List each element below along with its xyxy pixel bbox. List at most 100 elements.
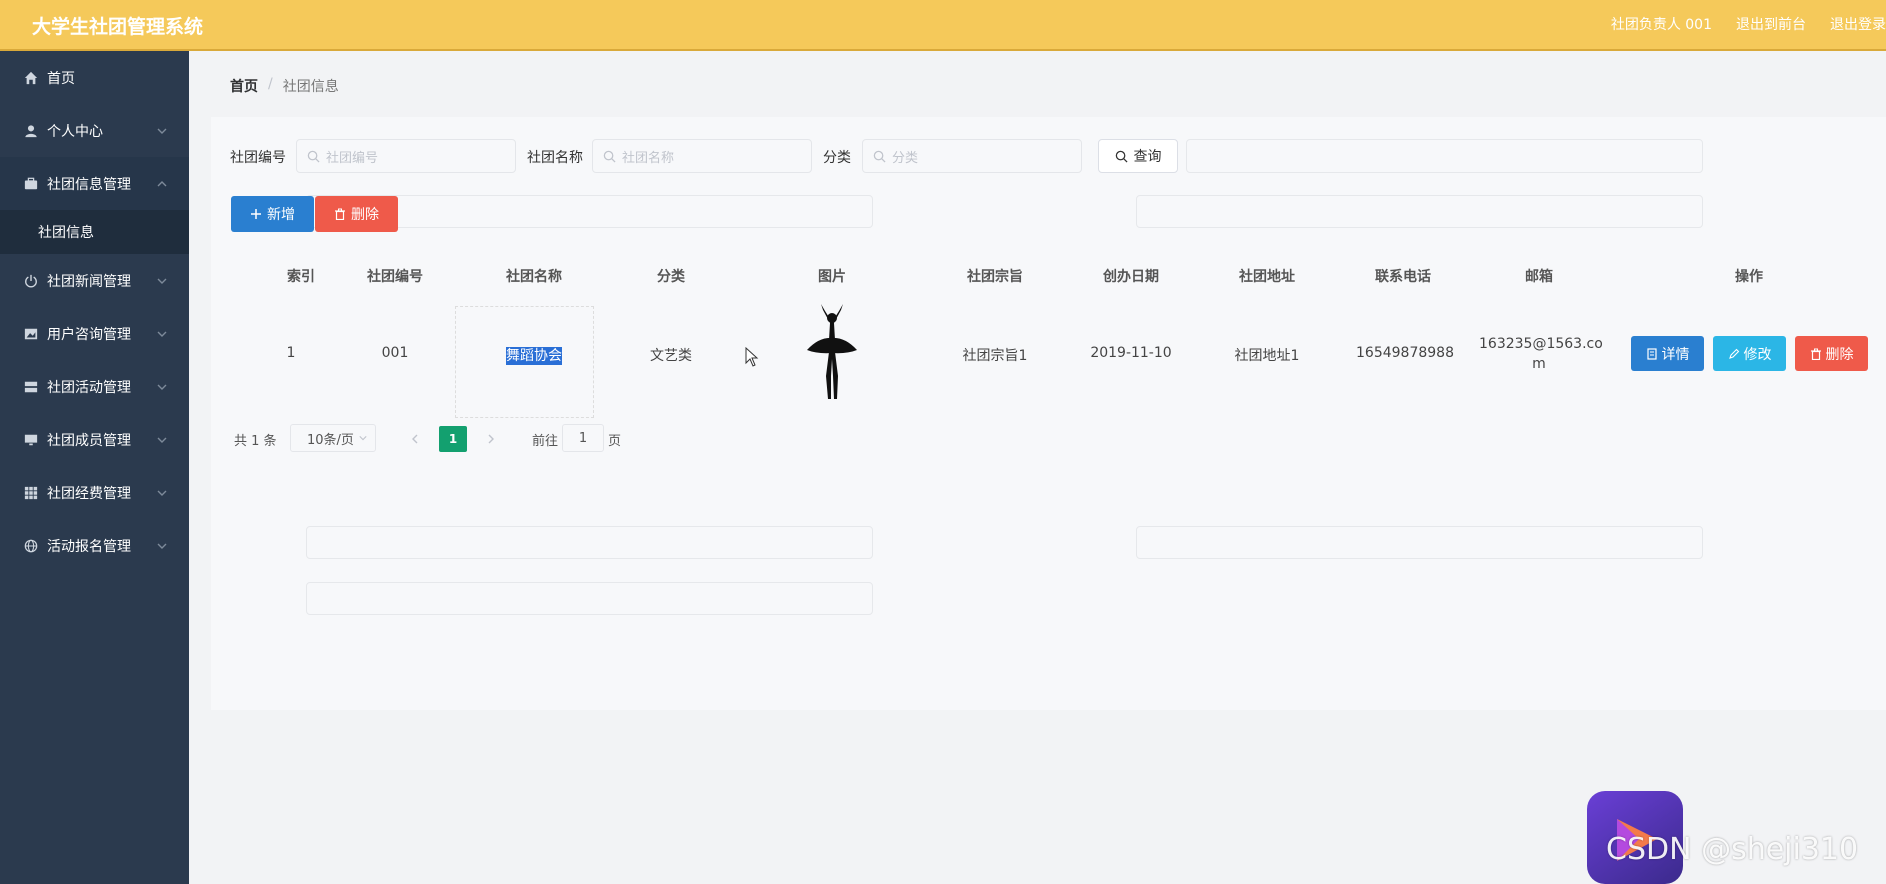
- sidebar-item-label: 活动报名管理: [47, 538, 131, 555]
- prev-page-button[interactable]: [402, 426, 428, 452]
- logout-link[interactable]: 退出登录: [1830, 14, 1886, 34]
- cell-purpose: 社团宗旨1: [962, 348, 1028, 364]
- chevron-down-icon: [157, 539, 167, 549]
- document-icon: [1646, 347, 1657, 360]
- club-code-placeholder: 社团编号: [326, 150, 379, 166]
- top-header: 大学生社团管理系统 社团负责人 001 退出到前台 退出登录: [0, 0, 1886, 51]
- next-page-button[interactable]: [478, 426, 504, 452]
- cell-name-text: 舞蹈协会: [506, 347, 562, 365]
- club-name-placeholder: 社团名称: [622, 150, 675, 166]
- column-header-purpose: 社团宗旨: [967, 269, 1023, 285]
- row-delete-button[interactable]: 删除: [1795, 336, 1868, 371]
- goto-label: 前往: [532, 434, 559, 449]
- column-header-image: 图片: [818, 269, 846, 285]
- page-suffix-label: 页: [608, 434, 622, 449]
- sidebar-item-club-activity-management[interactable]: 社团活动管理: [0, 360, 189, 413]
- detail-button-label: 详情: [1661, 346, 1690, 363]
- cell-email-line2: m: [1532, 356, 1546, 372]
- category-placeholder: 分类: [892, 150, 919, 166]
- sidebar-item-club-member-management[interactable]: 社团成员管理: [0, 413, 189, 466]
- sidebar-item-home[interactable]: 首页: [0, 51, 189, 104]
- page-number-current[interactable]: 1: [439, 426, 467, 452]
- chevron-left-icon: [412, 434, 418, 444]
- club-code-input[interactable]: 社团编号: [296, 139, 516, 173]
- app-title: 大学生社团管理系统: [32, 16, 204, 38]
- cell-phone: 16549878988: [1356, 345, 1454, 361]
- sidebar-subitem-club-info[interactable]: 社团信息: [0, 210, 189, 254]
- cell-date: 2019-11-10: [1090, 345, 1172, 361]
- sidebar-item-personal-center[interactable]: 个人中心: [0, 104, 189, 157]
- cell-category: 文艺类: [650, 348, 692, 364]
- chevron-down-icon: [157, 327, 167, 337]
- ghost-box: [1136, 195, 1703, 228]
- column-header-operations: 操作: [1735, 269, 1763, 285]
- goto-page-input[interactable]: 1: [562, 424, 604, 452]
- dancer-silhouette-image: [807, 304, 857, 399]
- sidebar: 首页 个人中心 社团信息管理 社团信息 社团新闻管理 用户咨询管理 社团活动管理: [0, 51, 189, 884]
- sidebar-item-club-news-management[interactable]: 社团新闻管理: [0, 254, 189, 307]
- club-code-label: 社团编号: [230, 150, 286, 166]
- category-label: 分类: [823, 150, 851, 166]
- globe-icon: [23, 538, 39, 554]
- edit-icon: [1728, 348, 1739, 359]
- plus-icon: [251, 209, 261, 219]
- chevron-down-icon: [157, 486, 167, 496]
- chevron-down-icon: [157, 433, 167, 443]
- ghost-box: [306, 526, 873, 559]
- chevron-down-icon: [157, 274, 167, 284]
- column-header-phone: 联系电话: [1375, 269, 1431, 285]
- row-delete-button-label: 删除: [1825, 346, 1854, 363]
- sidebar-item-label: 首页: [47, 70, 75, 87]
- cell-email: 163235@1563.co m: [1479, 334, 1603, 374]
- sidebar-item-label: 用户咨询管理: [47, 326, 131, 343]
- user-icon: [23, 123, 39, 139]
- sidebar-item-label: 社团经费管理: [47, 485, 131, 502]
- server-icon: [23, 379, 39, 395]
- sidebar-item-label: 社团信息管理: [47, 176, 131, 193]
- sidebar-item-user-consult-management[interactable]: 用户咨询管理: [0, 307, 189, 360]
- mouse-cursor-icon: [745, 347, 759, 367]
- sidebar-item-label: 社团新闻管理: [47, 273, 131, 290]
- user-label[interactable]: 社团负责人 001: [1611, 14, 1712, 34]
- monitor-icon: [23, 432, 39, 448]
- sidebar-item-club-info-management[interactable]: 社团信息管理: [0, 157, 189, 210]
- detail-button[interactable]: 详情: [1631, 336, 1704, 371]
- cell-code: 001: [381, 345, 409, 361]
- sidebar-item-label: 个人中心: [47, 123, 103, 140]
- power-icon: [23, 273, 39, 289]
- pagination-total: 共 1 条: [234, 434, 277, 449]
- edit-button[interactable]: 修改: [1713, 336, 1786, 371]
- sidebar-item-activity-signup-management[interactable]: 活动报名管理: [0, 519, 189, 572]
- page-size-select[interactable]: 10条/页: [290, 424, 376, 452]
- image-icon: [23, 326, 39, 342]
- briefcase-icon: [23, 176, 39, 192]
- category-input[interactable]: 分类: [862, 139, 1082, 173]
- breadcrumb-current: 社团信息: [282, 79, 339, 95]
- club-name-label: 社团名称: [527, 150, 583, 166]
- home-icon: [23, 70, 39, 86]
- search-icon: [1115, 150, 1128, 163]
- sidebar-item-club-funds-management[interactable]: 社团经费管理: [0, 466, 189, 519]
- cell-index: 1: [286, 345, 296, 361]
- breadcrumb: 首页 / 社团信息: [230, 76, 339, 96]
- batch-delete-button[interactable]: 删除: [315, 196, 398, 232]
- edit-button-label: 修改: [1743, 346, 1772, 363]
- column-header-category: 分类: [657, 269, 685, 285]
- back-to-front-link[interactable]: 退出到前台: [1736, 14, 1806, 34]
- batch-delete-label: 删除: [351, 207, 379, 223]
- page-size-value: 10条/页: [307, 432, 354, 448]
- sidebar-item-label: 社团成员管理: [47, 432, 131, 449]
- query-button[interactable]: 查询: [1098, 139, 1178, 173]
- column-header-address: 社团地址: [1239, 269, 1295, 285]
- grid-icon: [23, 485, 39, 501]
- chevron-right-icon: [488, 434, 494, 444]
- breadcrumb-home[interactable]: 首页: [230, 76, 258, 96]
- add-button[interactable]: 新增: [231, 196, 314, 232]
- ghost-box: [1186, 139, 1703, 173]
- club-name-input[interactable]: 社团名称: [592, 139, 812, 173]
- chevron-up-icon: [157, 177, 167, 187]
- column-header-name: 社团名称: [506, 269, 562, 285]
- search-icon: [307, 150, 320, 163]
- trash-icon: [335, 208, 345, 220]
- cell-name: 舞蹈协会: [494, 345, 574, 365]
